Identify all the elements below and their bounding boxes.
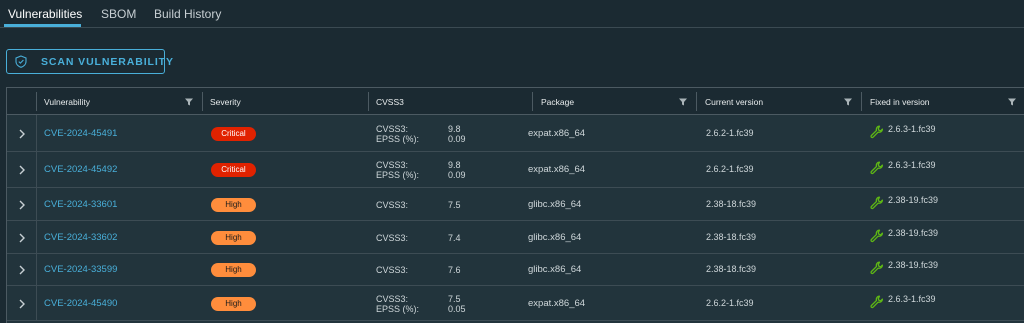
filter-icon[interactable]: [844, 98, 852, 106]
table-header: Vulnerability Severity CVSS3 Package Cur…: [7, 88, 1024, 115]
tab-build-history[interactable]: Build History: [154, 7, 221, 21]
severity-badge: Critical: [211, 163, 256, 177]
cve-link[interactable]: CVE-2024-45492: [44, 164, 117, 175]
tab-sbom[interactable]: SBOM: [101, 7, 136, 21]
column-separator: [36, 92, 37, 111]
score-value: 9.8: [448, 160, 461, 170]
score-value: 7.5: [448, 294, 461, 304]
score-label: CVSS3:: [376, 200, 409, 210]
column-separator: [861, 92, 862, 111]
cve-link[interactable]: CVE-2024-45490: [44, 298, 117, 309]
fixed-version: 2.6.3-1.fc39: [888, 124, 936, 134]
package-name: expat.x86_64: [528, 128, 586, 139]
chevron-right-icon[interactable]: [18, 299, 26, 309]
wrench-icon: [870, 196, 884, 210]
score-value: 7.4: [448, 233, 461, 243]
column-separator: [36, 286, 37, 321]
score-value: 7.6: [448, 265, 461, 275]
severity-badge: High: [211, 297, 256, 311]
fixed-version: 2.38-19.fc39: [888, 260, 939, 270]
column-separator: [36, 188, 37, 221]
shield-icon: [15, 55, 27, 68]
table-row[interactable]: CVE-2024-45490 High CVSS3: 7.5 EPSS (%): 0.05…: [7, 286, 1024, 321]
tab-bar: Vulnerabilities SBOM Build History: [0, 0, 1024, 28]
column-header-fixed-in-version[interactable]: Fixed in version: [870, 97, 930, 107]
chevron-right-icon[interactable]: [18, 129, 26, 139]
cve-link[interactable]: CVE-2024-33599: [44, 264, 117, 275]
fixed-version: 2.38-19.fc39: [888, 195, 939, 205]
column-separator: [36, 152, 37, 188]
column-header-severity[interactable]: Severity: [210, 97, 241, 107]
chevron-right-icon[interactable]: [18, 200, 26, 210]
score-label: CVSS3:: [376, 233, 409, 243]
column-separator: [36, 115, 37, 152]
wrench-icon: [870, 261, 884, 275]
current-version: 2.38-18.fc39: [706, 199, 757, 209]
table-row[interactable]: CVE-2024-33601 High CVSS3: 7.5 glibc.x86_64 2…: [7, 188, 1024, 221]
current-version: 2.6.2-1.fc39: [706, 128, 754, 138]
score-value: 0.05: [448, 304, 466, 314]
column-separator: [532, 92, 533, 111]
score-label: CVSS3:: [376, 160, 409, 170]
column-separator: [36, 254, 37, 286]
score-label: EPSS (%):: [376, 134, 420, 144]
filter-icon[interactable]: [185, 98, 193, 106]
column-header-current-version[interactable]: Current version: [705, 97, 763, 107]
wrench-icon: [870, 295, 884, 309]
table-row[interactable]: CVE-2024-45491 Critical CVSS3: 9.8 EPSS (%):…: [7, 115, 1024, 152]
package-name: glibc.x86_64: [528, 264, 582, 275]
score-label: EPSS (%):: [376, 170, 420, 180]
severity-badge: High: [211, 198, 256, 212]
current-version: 2.38-18.fc39: [706, 264, 757, 274]
wrench-icon: [870, 229, 884, 243]
fixed-version: 2.6.3-1.fc39: [888, 160, 936, 170]
cve-link[interactable]: CVE-2024-33602: [44, 232, 117, 243]
score-value: 0.09: [448, 170, 466, 180]
scan-vulnerability-button[interactable]: SCAN VULNERABILITY: [6, 49, 173, 74]
package-name: expat.x86_64: [528, 298, 586, 309]
cve-link[interactable]: CVE-2024-45491: [44, 128, 117, 139]
vulnerability-table: Vulnerability Severity CVSS3 Package Cur…: [6, 87, 1024, 323]
score-value: 7.5: [448, 200, 461, 210]
filter-icon[interactable]: [679, 98, 687, 106]
fixed-version: 2.6.3-1.fc39: [888, 294, 936, 304]
current-version: 2.6.2-1.fc39: [706, 298, 754, 308]
severity-badge: High: [211, 263, 256, 277]
filter-icon[interactable]: [1008, 98, 1016, 106]
column-header-vulnerability[interactable]: Vulnerability: [44, 97, 90, 107]
table-row[interactable]: CVE-2024-45492 Critical CVSS3: 9.8 EPSS (%):…: [7, 152, 1024, 188]
column-header-package[interactable]: Package: [541, 97, 574, 107]
score-value: 0.09: [448, 134, 466, 144]
active-tab-indicator: [4, 24, 81, 27]
package-name: glibc.x86_64: [528, 232, 582, 243]
score-label: EPSS (%):: [376, 304, 420, 314]
cve-link[interactable]: CVE-2024-33601: [44, 199, 117, 210]
score-label: CVSS3:: [376, 124, 409, 134]
chevron-right-icon[interactable]: [18, 165, 26, 175]
wrench-icon: [870, 125, 884, 139]
scan-vulnerability-label: SCAN VULNERABILITY: [41, 56, 174, 68]
column-separator: [368, 92, 369, 111]
score-label: CVSS3:: [376, 265, 409, 275]
column-header-cvss3[interactable]: CVSS3: [376, 97, 404, 107]
package-name: expat.x86_64: [528, 164, 586, 175]
fixed-version: 2.38-19.fc39: [888, 228, 939, 238]
table-row[interactable]: CVE-2024-33602 High CVSS3: 7.4 glibc.x86_64 2…: [7, 221, 1024, 254]
column-separator: [202, 92, 203, 111]
tab-vulnerabilities[interactable]: Vulnerabilities: [8, 7, 82, 21]
score-value: 9.8: [448, 124, 461, 134]
package-name: glibc.x86_64: [528, 199, 582, 210]
severity-badge: High: [211, 231, 256, 245]
current-version: 2.38-18.fc39: [706, 232, 757, 242]
column-separator: [36, 221, 37, 254]
chevron-right-icon[interactable]: [18, 233, 26, 243]
score-label: CVSS3:: [376, 294, 409, 304]
chevron-right-icon[interactable]: [18, 265, 26, 275]
current-version: 2.6.2-1.fc39: [706, 164, 754, 174]
table-row[interactable]: CVE-2024-33599 High CVSS3: 7.6 glibc.x86_64 2…: [7, 254, 1024, 286]
wrench-icon: [870, 161, 884, 175]
column-separator: [696, 92, 697, 111]
severity-badge: Critical: [211, 127, 256, 141]
